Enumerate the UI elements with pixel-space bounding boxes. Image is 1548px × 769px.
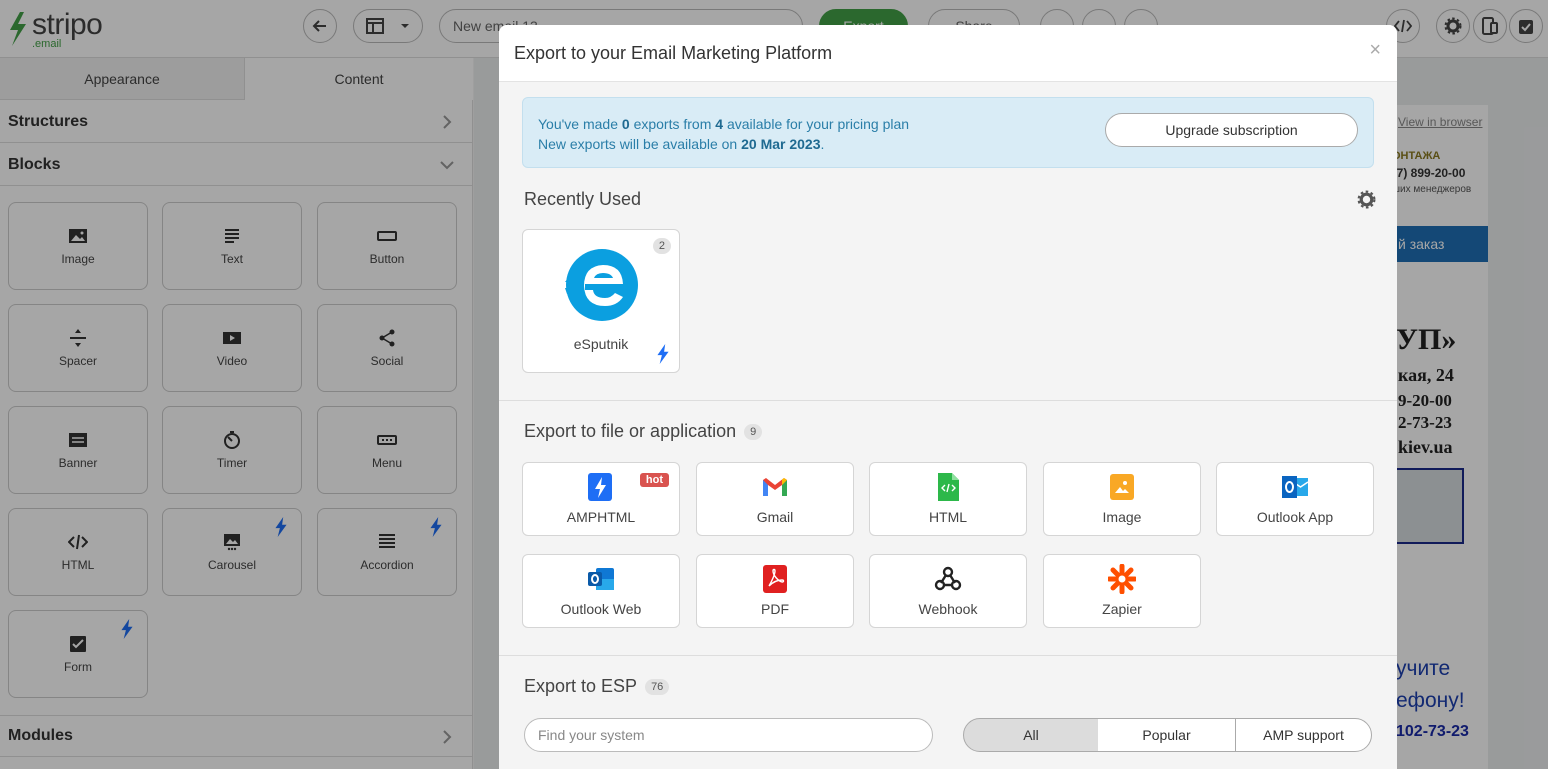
app-label: Webhook <box>918 601 978 617</box>
export-gmail-card[interactable]: Gmail <box>696 462 854 536</box>
export-webhook-card[interactable]: Webhook <box>869 554 1027 628</box>
export-outlook-web-card[interactable]: Outlook Web <box>522 554 680 628</box>
info-text: available for your pricing plan <box>723 116 910 132</box>
section-divider <box>499 400 1397 401</box>
esp-export-title: Export to ESP <box>524 676 638 696</box>
app-label: HTML <box>928 509 968 525</box>
export-outlook-app-card[interactable]: Outlook App <box>1216 462 1374 536</box>
esp-export-count: 76 <box>645 679 670 696</box>
export-modal: Export to your Email Marketing Platform … <box>499 25 1397 769</box>
info-count: 0 <box>621 116 630 132</box>
filter-all[interactable]: All <box>963 718 1099 752</box>
filter-label: All <box>1023 727 1039 743</box>
esputnik-logo-icon <box>565 249 638 321</box>
app-label: Image <box>1102 509 1142 525</box>
pdf-icon <box>763 565 787 593</box>
info-text: exports from <box>629 116 716 132</box>
info-text: New exports will be available on <box>538 136 742 152</box>
export-limit-info: You've made 0 exports from 4 available f… <box>522 97 1374 168</box>
recently-used-heading: Recently Used <box>524 189 642 209</box>
app-label: Outlook App <box>1256 509 1334 525</box>
usage-count-badge: 2 <box>652 238 671 254</box>
gmail-icon <box>763 478 787 496</box>
filter-label: Popular <box>1142 727 1191 743</box>
esp-search-input[interactable]: Find your system <box>524 718 933 752</box>
info-line-1: You've made 0 exports from 4 available f… <box>538 116 909 132</box>
modal-title: Export to your Email Marketing Platform <box>514 43 833 63</box>
amp-bolt-icon <box>657 344 669 364</box>
webhook-icon <box>934 566 962 591</box>
upgrade-label: Upgrade subscription <box>1165 122 1298 138</box>
upgrade-subscription-button[interactable]: Upgrade subscription <box>1105 113 1358 147</box>
html-file-icon <box>938 473 959 501</box>
file-export-heading: Export to file or application 9 <box>524 421 763 442</box>
modal-header: Export to your Email Marketing Platform … <box>499 25 1397 82</box>
recent-esputnik-card[interactable]: 2 eSputnik <box>522 229 680 373</box>
section-divider <box>499 655 1397 656</box>
export-pdf-card[interactable]: PDF <box>696 554 854 628</box>
zapier-icon <box>1108 564 1136 594</box>
outlook-app-icon <box>1282 476 1309 498</box>
hot-badge: hot <box>639 473 669 487</box>
app-label: PDF <box>761 601 789 617</box>
app-label: Outlook Web <box>560 601 642 617</box>
info-available: 4 <box>715 116 724 132</box>
outlook-web-icon <box>588 568 614 590</box>
amp-icon <box>588 473 612 501</box>
app-label: AMPHTML <box>566 509 636 525</box>
info-line-2: New exports will be available on 20 Mar … <box>538 136 824 152</box>
esp-export-heading: Export to ESP 76 <box>524 676 670 697</box>
gear-icon[interactable] <box>1357 190 1376 209</box>
file-export-count: 9 <box>744 424 763 441</box>
file-export-title: Export to file or application <box>524 421 737 441</box>
export-image-card[interactable]: Image <box>1043 462 1201 536</box>
image-file-icon <box>1110 474 1134 500</box>
search-placeholder: Find your system <box>538 727 645 743</box>
app-label: Zapier <box>1102 601 1142 617</box>
export-zapier-card[interactable]: Zapier <box>1043 554 1201 628</box>
info-text: You've made <box>538 116 622 132</box>
info-date: 20 Mar 2023 <box>741 136 821 152</box>
filter-popular[interactable]: Popular <box>1098 718 1236 752</box>
info-text: . <box>820 136 825 152</box>
app-label: Gmail <box>756 509 794 525</box>
filter-amp-support[interactable]: AMP support <box>1235 718 1372 752</box>
close-icon[interactable]: × <box>1369 39 1381 62</box>
filter-label: AMP support <box>1263 727 1344 743</box>
export-amphtml-card[interactable]: hot AMPHTML <box>522 462 680 536</box>
export-html-card[interactable]: HTML <box>869 462 1027 536</box>
